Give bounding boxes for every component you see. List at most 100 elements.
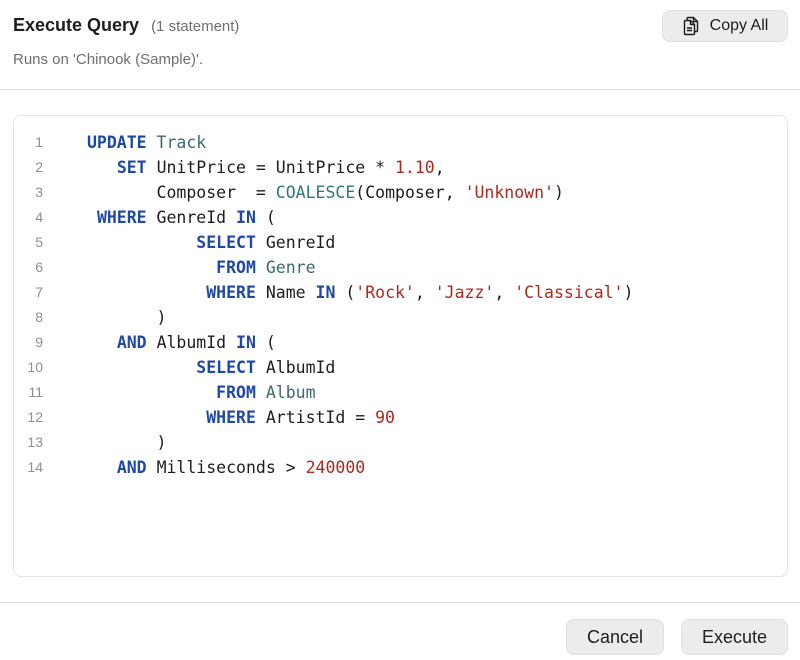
- code-text: UPDATE Track: [87, 130, 206, 155]
- code-token: GenreId: [156, 208, 227, 227]
- code-line: 2 SET UnitPrice = UnitPrice * 1.10,: [14, 155, 787, 180]
- line-number: 11: [28, 384, 43, 400]
- statement-count: (1 statement): [151, 18, 240, 35]
- code-token: IN: [315, 283, 336, 302]
- code-token: ,: [414, 283, 435, 302]
- dialog-title: Execute Query: [13, 15, 140, 35]
- dialog-header: Execute Query (1 statement) Runs on 'Chi…: [0, 0, 800, 90]
- code-token: 'Rock': [355, 283, 415, 302]
- code-token: Milliseconds: [156, 458, 276, 477]
- code-token: Album: [265, 383, 316, 402]
- code-token: Name: [265, 283, 306, 302]
- code-line: 7 WHERE Name IN ('Rock', 'Jazz', 'Classi…: [14, 280, 787, 305]
- execute-button[interactable]: Execute: [681, 619, 788, 655]
- copy-all-label: Copy All: [709, 17, 769, 34]
- code-token: (: [355, 183, 366, 202]
- code-token: (: [335, 283, 356, 302]
- code-token: ,: [434, 158, 445, 177]
- line-number: 12: [27, 409, 43, 425]
- code-line: 1 UPDATE Track: [14, 130, 787, 155]
- code-token: AlbumId: [156, 333, 227, 352]
- line-number: 1: [35, 134, 43, 150]
- code-text: WHERE GenreId IN (: [87, 205, 276, 230]
- line-number: 14: [27, 459, 43, 475]
- code-token: Composer: [365, 183, 445, 202]
- line-number: 10: [27, 359, 43, 375]
- execute-query-dialog: Execute Query (1 statement) Runs on 'Chi…: [0, 0, 800, 660]
- code-text: WHERE Name IN ('Rock', 'Jazz', 'Classica…: [87, 280, 633, 305]
- code-token: =: [345, 408, 376, 427]
- code-lines: 1 UPDATE Track 2 SET UnitPrice = UnitPrice…: [14, 130, 787, 480]
- code-token: *: [365, 158, 395, 177]
- code-token: ,: [444, 183, 465, 202]
- code-token: ArtistId: [265, 408, 346, 427]
- line-number: 4: [35, 209, 43, 225]
- code-token: (: [255, 208, 276, 227]
- code-token: (: [255, 333, 276, 352]
- code-token: WHERE: [206, 408, 256, 427]
- code-line: 10 SELECT AlbumId: [14, 355, 787, 380]
- code-token: 90: [375, 408, 395, 427]
- copy-all-button[interactable]: Copy All: [662, 10, 788, 42]
- code-token: ,: [494, 283, 515, 302]
- code-text: FROM Genre: [87, 255, 315, 280]
- code-token: WHERE: [96, 208, 147, 227]
- line-number: 2: [35, 159, 43, 175]
- code-token: >: [275, 458, 306, 477]
- code-token: 240000: [305, 458, 366, 477]
- code-token: Track: [156, 133, 207, 152]
- code-line: 11 FROM Album: [14, 380, 787, 405]
- line-number: 8: [35, 309, 43, 325]
- code-token: =: [236, 183, 276, 202]
- cancel-button[interactable]: Cancel: [566, 619, 664, 655]
- code-token: =: [245, 158, 276, 177]
- code-token: COALESCE: [275, 183, 356, 202]
- line-number: 3: [35, 184, 43, 200]
- code-text: FROM Album: [87, 380, 316, 405]
- code-token: ): [156, 308, 167, 327]
- code-text: AND AlbumId IN (: [87, 330, 276, 355]
- title-row: Execute Query (1 statement): [13, 15, 239, 36]
- code-token: GenreId: [265, 233, 336, 252]
- line-number: 6: [35, 259, 43, 275]
- code-token: FROM: [216, 383, 256, 402]
- code-token: AlbumId: [265, 358, 336, 377]
- code-token: SET: [116, 158, 147, 177]
- connection-subtitle: Runs on 'Chinook (Sample)'.: [13, 51, 203, 68]
- line-number: 13: [27, 434, 43, 450]
- code-token: 'Jazz': [434, 283, 495, 302]
- sql-code-view[interactable]: 1 UPDATE Track 2 SET UnitPrice = UnitPrice…: [13, 115, 788, 577]
- code-line: 12 WHERE ArtistId = 90: [14, 405, 787, 430]
- code-token: ): [623, 283, 634, 302]
- code-token: 'Classical': [514, 283, 624, 302]
- code-token: ): [156, 433, 167, 452]
- code-text: AND Milliseconds > 240000: [87, 455, 365, 480]
- line-number: 9: [35, 334, 43, 350]
- code-token: Composer: [156, 183, 237, 202]
- code-line: 14 AND Milliseconds > 240000: [14, 455, 787, 480]
- code-token: UPDATE: [87, 133, 147, 152]
- code-token: SELECT: [196, 358, 256, 377]
- code-line: 6 FROM Genre: [14, 255, 787, 280]
- code-token: WHERE: [206, 283, 256, 302]
- code-text: ): [87, 430, 167, 455]
- code-token: 'Unknown': [464, 183, 554, 202]
- code-line: 13 ): [14, 430, 787, 455]
- code-text: ): [87, 305, 167, 330]
